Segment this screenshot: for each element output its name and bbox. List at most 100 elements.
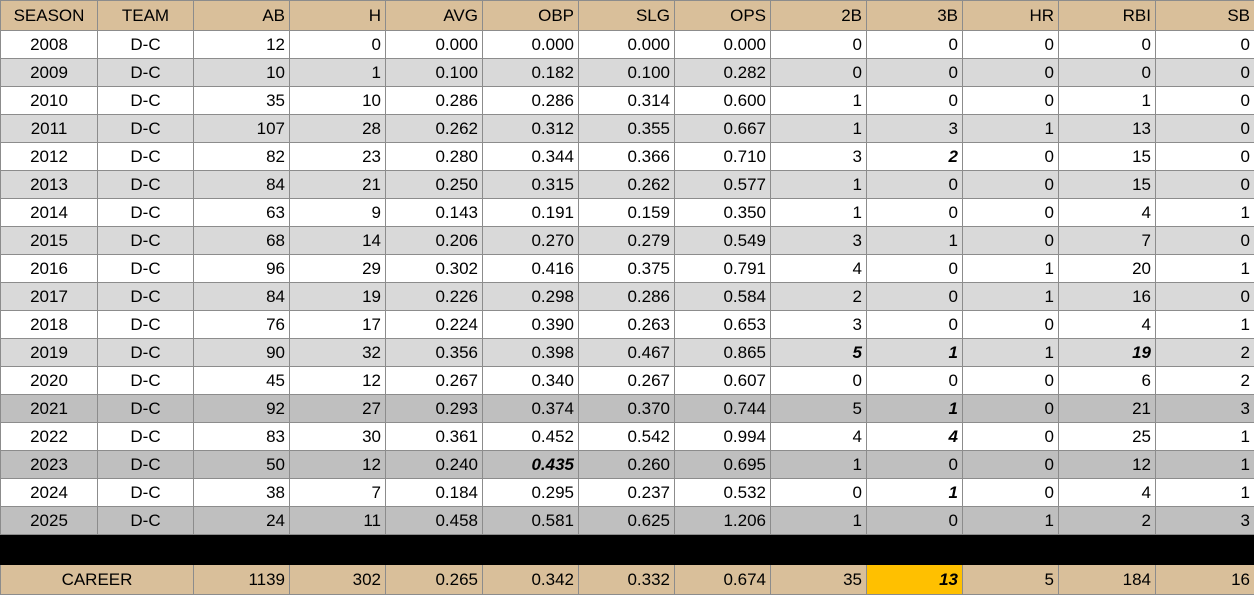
- cell-slg: 0.370: [578, 394, 675, 423]
- column-header-2b: 2B: [770, 0, 867, 31]
- cell-obp: 0.581: [482, 506, 579, 535]
- cell-avg: 0.100: [385, 58, 483, 87]
- cell-ops: 0.532: [674, 478, 771, 507]
- cell-sb: 0: [1155, 282, 1254, 311]
- cell-obp: 0.182: [482, 58, 579, 87]
- cell-obp: 0.416: [482, 254, 579, 283]
- career-cell-obp: 0.342: [482, 564, 579, 595]
- cell-hr: 0: [962, 478, 1059, 507]
- column-header-obp: OBP: [482, 0, 579, 31]
- cell-3b: 0: [866, 86, 963, 115]
- cell-slg: 0.100: [578, 58, 675, 87]
- career-cell-3b: 13: [866, 564, 963, 595]
- cell-season: 2017: [0, 282, 98, 311]
- cell-ab: 90: [193, 338, 290, 367]
- table-row: 2018 D-C 76 17 0.224 0.390 0.263 0.653 3 0 0 4 1: [0, 310, 1254, 339]
- career-row: CAREER 1139 302 0.265 0.342 0.332 0.674 35 13 5 18…: [0, 564, 1254, 595]
- cell-season: 2013: [0, 170, 98, 199]
- cell-ops: 0.667: [674, 114, 771, 143]
- table-row: 2021 D-C 92 27 0.293 0.374 0.370 0.744 5 1 0 21 3: [0, 394, 1254, 423]
- table-row: 2013 D-C 84 21 0.250 0.315 0.262 0.577 1 0 0 15 0: [0, 170, 1254, 199]
- cell-3b: 1: [866, 478, 963, 507]
- table-body: 2008 D-C 12 0 0.000 0.000 0.000 0.000 0 0 0 0 0 2009 D…: [0, 30, 1254, 595]
- table-row: 2010 D-C 35 10 0.286 0.286 0.314 0.600 1 0 0 1 0: [0, 86, 1254, 115]
- column-header-slg: SLG: [578, 0, 675, 31]
- cell-slg: 0.542: [578, 422, 675, 451]
- cell-obp: 0.191: [482, 198, 579, 227]
- career-label: CAREER: [0, 564, 194, 595]
- column-header-season: SEASON: [0, 0, 98, 31]
- cell-avg: 0.000: [385, 30, 483, 59]
- cell-ops: 0.282: [674, 58, 771, 87]
- cell-ab: 35: [193, 86, 290, 115]
- career-cell-2b: 35: [770, 564, 867, 595]
- cell-avg: 0.293: [385, 394, 483, 423]
- separator-bar: [0, 534, 1254, 565]
- cell-hr: 1: [962, 338, 1059, 367]
- cell-h: 27: [289, 394, 386, 423]
- cell-obp: 0.286: [482, 86, 579, 115]
- cell-h: 11: [289, 506, 386, 535]
- table-row: 2012 D-C 82 23 0.280 0.344 0.366 0.710 3 2 0 15 0: [0, 142, 1254, 171]
- cell-team: D-C: [97, 198, 194, 227]
- cell-slg: 0.263: [578, 310, 675, 339]
- cell-h: 23: [289, 142, 386, 171]
- table-row: 2016 D-C 96 29 0.302 0.416 0.375 0.791 4 0 1 20 1: [0, 254, 1254, 283]
- table-row: 2014 D-C 63 9 0.143 0.191 0.159 0.350 1 0 0 4 1: [0, 198, 1254, 227]
- cell-team: D-C: [97, 30, 194, 59]
- cell-h: 7: [289, 478, 386, 507]
- cell-hr: 0: [962, 226, 1059, 255]
- cell-slg: 0.279: [578, 226, 675, 255]
- cell-avg: 0.206: [385, 226, 483, 255]
- cell-3b: 0: [866, 198, 963, 227]
- career-cell-h: 302: [289, 564, 386, 595]
- cell-team: D-C: [97, 338, 194, 367]
- cell-obp: 0.344: [482, 142, 579, 171]
- cell-season: 2025: [0, 506, 98, 535]
- cell-ops: 0.000: [674, 30, 771, 59]
- cell-slg: 0.355: [578, 114, 675, 143]
- cell-rbi: 15: [1058, 170, 1156, 199]
- cell-team: D-C: [97, 86, 194, 115]
- cell-obp: 0.312: [482, 114, 579, 143]
- cell-sb: 3: [1155, 394, 1254, 423]
- career-cell-ab: 1139: [193, 564, 290, 595]
- cell-rbi: 15: [1058, 142, 1156, 171]
- cell-rbi: 19: [1058, 338, 1156, 367]
- cell-sb: 0: [1155, 114, 1254, 143]
- cell-hr: 0: [962, 198, 1059, 227]
- cell-ab: 10: [193, 58, 290, 87]
- cell-avg: 0.267: [385, 366, 483, 395]
- cell-3b: 0: [866, 254, 963, 283]
- cell-3b: 4: [866, 422, 963, 451]
- cell-avg: 0.143: [385, 198, 483, 227]
- cell-3b: 0: [866, 450, 963, 479]
- cell-ops: 0.695: [674, 450, 771, 479]
- cell-obp: 0.315: [482, 170, 579, 199]
- cell-hr: 1: [962, 114, 1059, 143]
- cell-rbi: 7: [1058, 226, 1156, 255]
- table-row: 2017 D-C 84 19 0.226 0.298 0.286 0.584 2 0 1 16 0: [0, 282, 1254, 311]
- cell-season: 2008: [0, 30, 98, 59]
- cell-avg: 0.458: [385, 506, 483, 535]
- cell-3b: 1: [866, 338, 963, 367]
- cell-sb: 0: [1155, 86, 1254, 115]
- cell-h: 19: [289, 282, 386, 311]
- cell-avg: 0.262: [385, 114, 483, 143]
- cell-h: 12: [289, 366, 386, 395]
- cell-h: 14: [289, 226, 386, 255]
- cell-2b: 1: [770, 170, 867, 199]
- cell-ab: 68: [193, 226, 290, 255]
- cell-season: 2019: [0, 338, 98, 367]
- cell-season: 2023: [0, 450, 98, 479]
- cell-team: D-C: [97, 422, 194, 451]
- cell-2b: 0: [770, 58, 867, 87]
- cell-2b: 3: [770, 142, 867, 171]
- cell-obp: 0.270: [482, 226, 579, 255]
- cell-h: 29: [289, 254, 386, 283]
- cell-team: D-C: [97, 170, 194, 199]
- cell-ops: 0.600: [674, 86, 771, 115]
- cell-rbi: 0: [1058, 30, 1156, 59]
- cell-ops: 1.206: [674, 506, 771, 535]
- cell-2b: 0: [770, 366, 867, 395]
